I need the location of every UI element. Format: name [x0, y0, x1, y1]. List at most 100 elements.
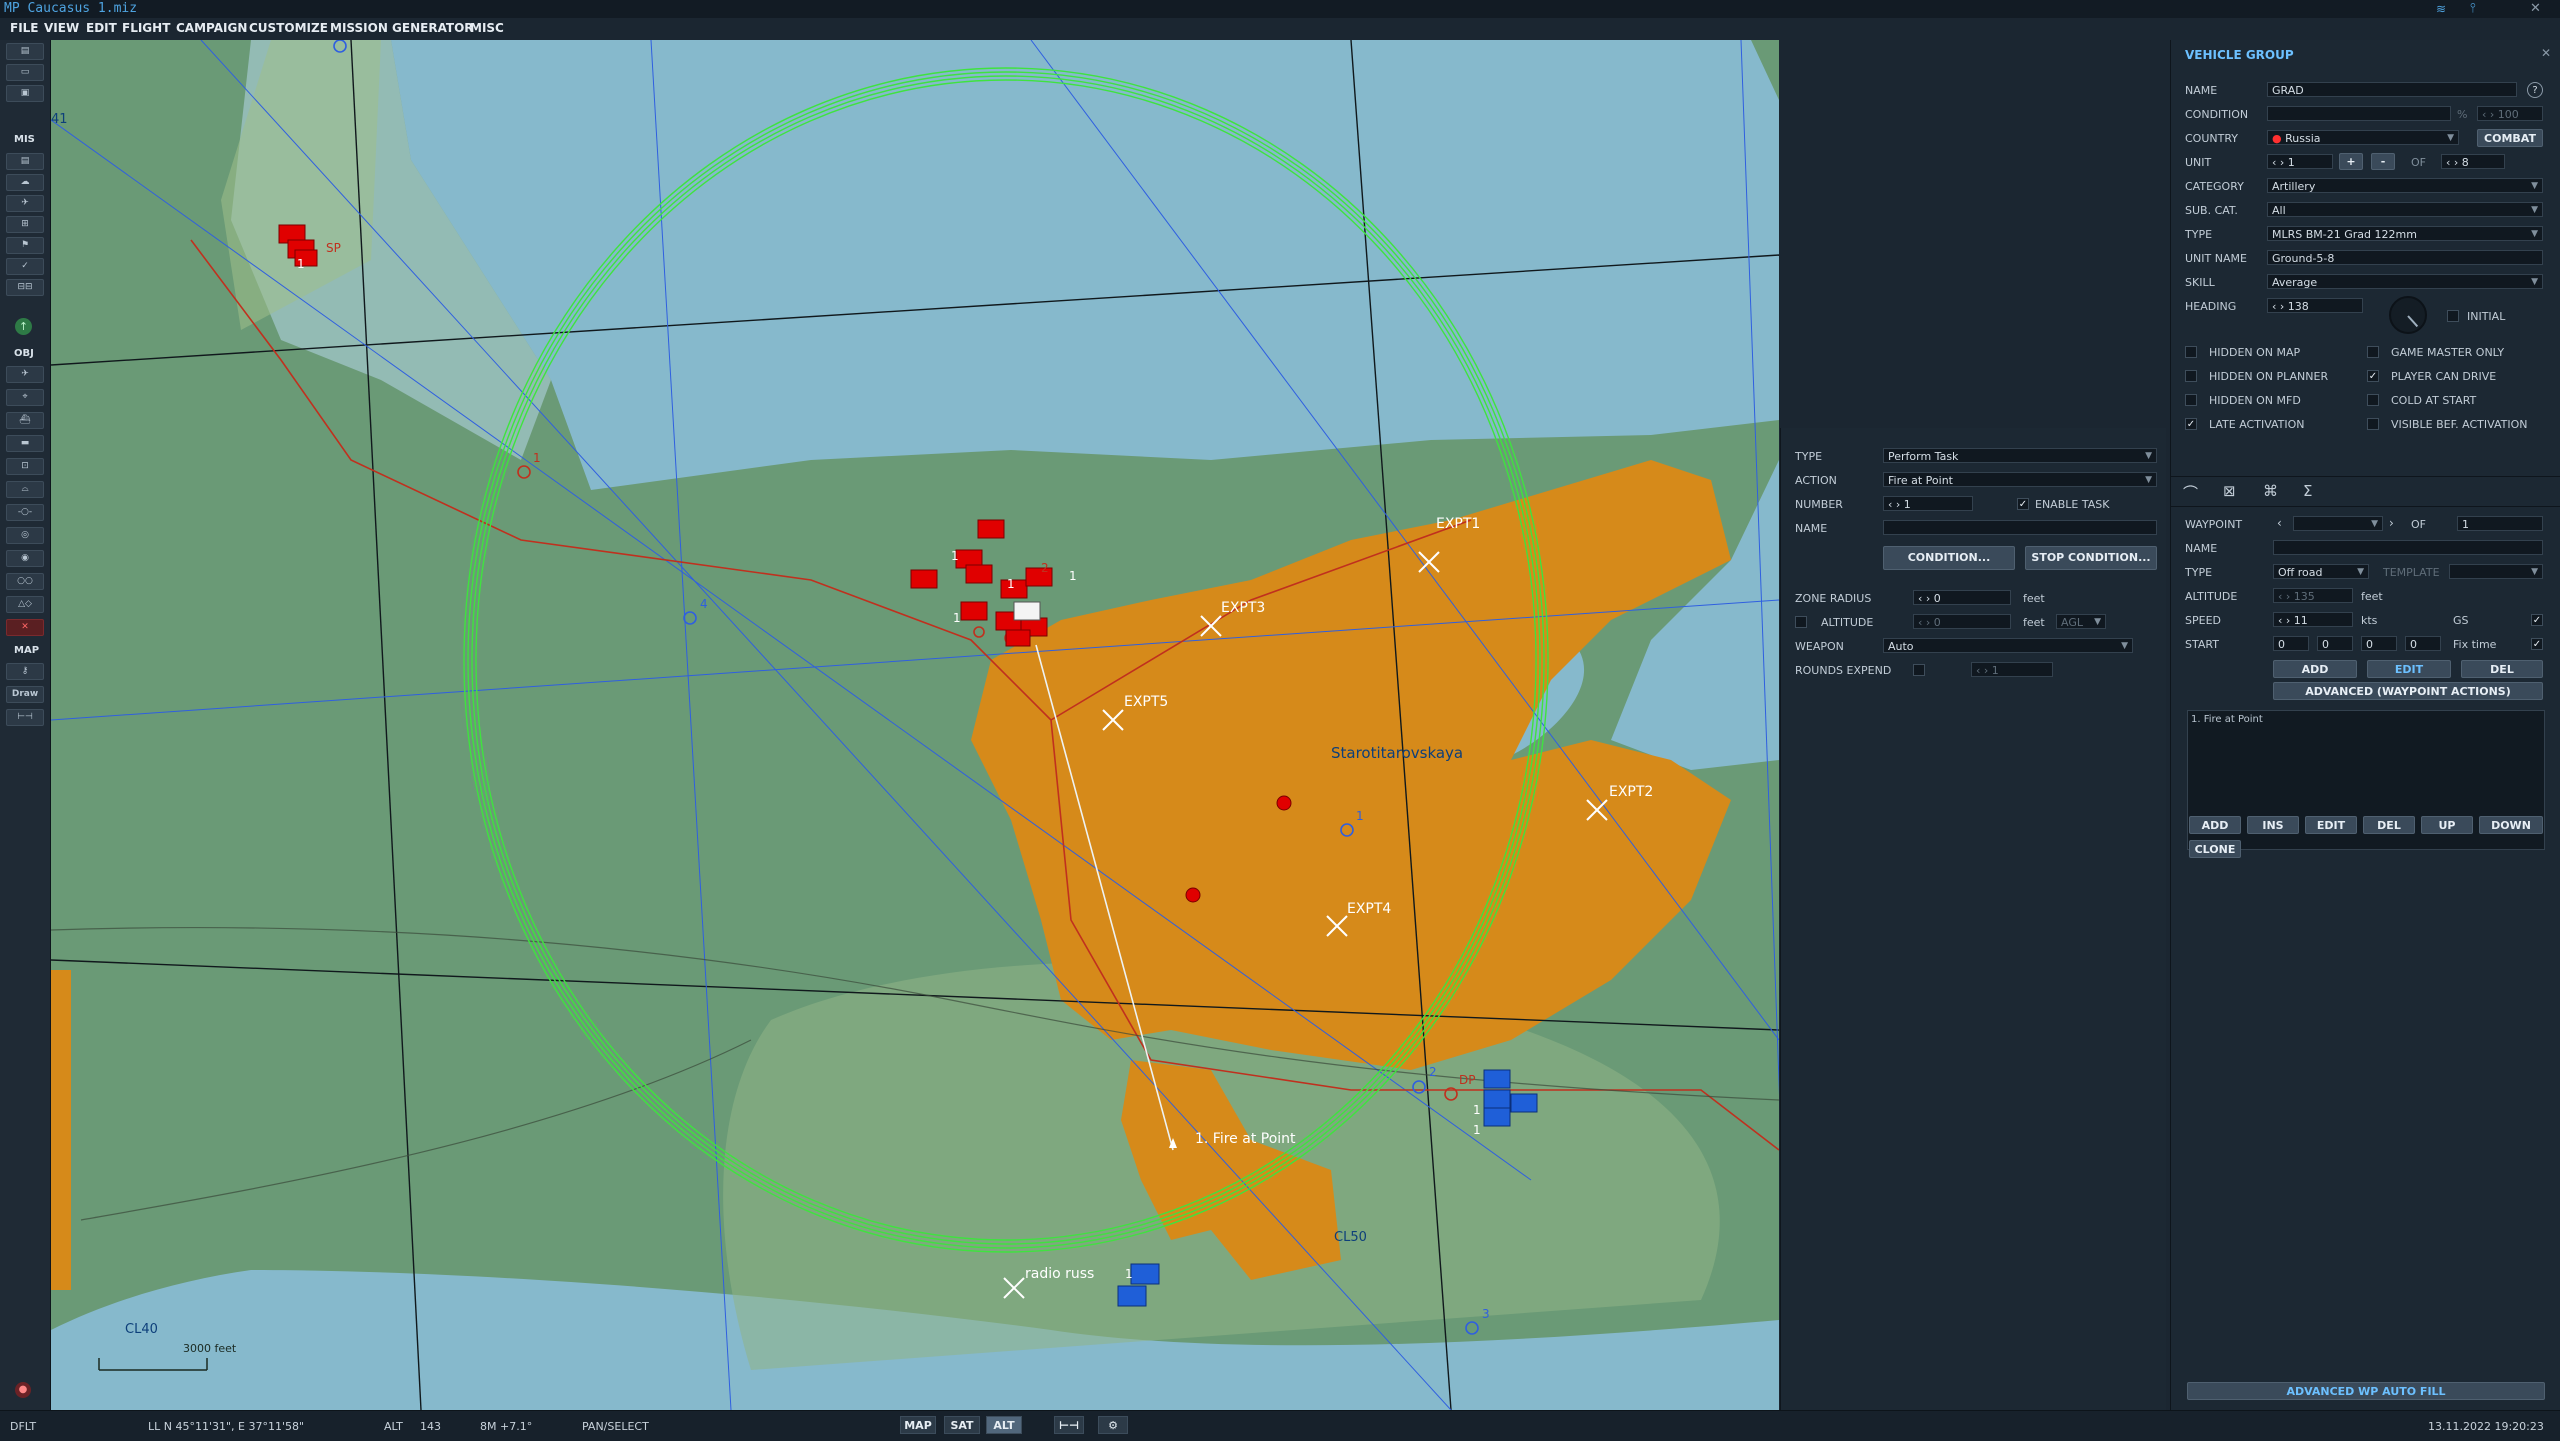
heading-dial-icon[interactable]	[2389, 296, 2427, 334]
enable-task-checkbox[interactable]: ✓	[2017, 498, 2029, 510]
prev-waypoint-icon[interactable]: ‹	[2277, 516, 2282, 530]
start-minutes[interactable]: 0	[2317, 636, 2353, 651]
action-up-button[interactable]: UP	[2421, 816, 2473, 834]
draw-button[interactable]: Draw	[6, 686, 44, 703]
action-edit-button[interactable]: EDIT	[2305, 816, 2357, 834]
wp-name-input[interactable]	[2273, 540, 2543, 555]
sat-mode-button[interactable]: SAT	[944, 1416, 980, 1434]
rounds-expend-checkbox[interactable]	[1913, 664, 1925, 676]
menu-view[interactable]: VIEW	[44, 21, 79, 35]
weather-icon[interactable]: ☁	[6, 174, 44, 191]
gs-checkbox[interactable]: ✓	[2531, 614, 2543, 626]
delete-icon[interactable]: ✕	[6, 619, 44, 636]
aircraft-icon[interactable]: ✈	[6, 195, 44, 212]
altitude-checkbox[interactable]	[1795, 616, 1807, 628]
advanced-waypoint-actions-button[interactable]: ADVANCED (WAYPOINT ACTIONS)	[2273, 682, 2543, 700]
close-window-icon[interactable]: ✕	[2530, 1, 2541, 16]
heading-spinner[interactable]: ‹ › 138	[2267, 298, 2363, 313]
action-delete-button[interactable]: DEL	[2363, 816, 2415, 834]
ruler-icon[interactable]: ⊢⊣	[6, 709, 44, 726]
task-name-input[interactable]	[1883, 520, 2157, 535]
type-select[interactable]: MLRS BM-21 Grad 122mm ▼	[2267, 226, 2543, 241]
key-icon[interactable]: ⚷	[6, 663, 44, 680]
task-number-spinner[interactable]: ‹ › 1	[1883, 496, 1973, 511]
menu-misc[interactable]: MISC	[470, 21, 504, 35]
task-type-select[interactable]: Perform Task ▼	[1883, 448, 2157, 463]
zone-tools-icon[interactable]: △◇	[6, 596, 44, 613]
wp-type-select[interactable]: Off road ▼	[2273, 564, 2369, 579]
hidden-on-planner-checkbox[interactable]	[2185, 370, 2197, 382]
unit-name-input[interactable]: Ground-5-8	[2267, 250, 2543, 265]
menu-edit[interactable]: EDIT	[86, 21, 117, 35]
menu-file[interactable]: FILE	[10, 21, 39, 35]
coalition-icon[interactable]: ⚑	[6, 237, 44, 254]
speed-spinner[interactable]: ‹ › 11	[2273, 612, 2353, 627]
wp-edit-button[interactable]: EDIT	[2367, 660, 2451, 678]
group-name-input[interactable]: GRAD	[2267, 82, 2517, 97]
close-panel-icon[interactable]: ✕	[2541, 46, 2551, 60]
map-view[interactable]: EXPT1 EXPT2 EXPT3 EXPT4 EXPT5 radio russ…	[51, 40, 1779, 1410]
vehicle-group-icon[interactable]: ▬	[6, 435, 44, 452]
start-days[interactable]: 0	[2405, 636, 2441, 651]
game-master-only-checkbox[interactable]	[2367, 346, 2379, 358]
advanced-wp-auto-fill-button[interactable]: ADVANCED WP AUTO FILL	[2187, 1382, 2545, 1400]
wp-altitude-spinner[interactable]: ‹ › 135	[2273, 588, 2353, 603]
alt-mode-button[interactable]: ALT	[986, 1416, 1022, 1434]
trigger-zone-icon[interactable]: ◎	[6, 527, 44, 544]
start-seconds[interactable]: 0	[2361, 636, 2397, 651]
category-select[interactable]: Artillery ▼	[2267, 178, 2543, 193]
open-mission-icon[interactable]: ▭	[6, 64, 44, 81]
menu-customize[interactable]: CUSTOMIZE	[249, 21, 328, 35]
weapon-select[interactable]: Auto ▼	[1883, 638, 2133, 653]
menu-flight[interactable]: FLIGHT	[122, 21, 170, 35]
start-hours[interactable]: 0	[2273, 636, 2309, 651]
initial-checkbox[interactable]	[2447, 310, 2459, 322]
country-select[interactable]: ● Russia ▼	[2267, 130, 2459, 145]
task-altitude-spinner[interactable]: ‹ › 0	[1913, 614, 2011, 629]
wp-add-button[interactable]: ADD	[2273, 660, 2357, 678]
skill-select[interactable]: Average ▼	[2267, 274, 2543, 289]
zone-radius-spinner[interactable]: ‹ › 0	[1913, 590, 2011, 605]
stop-condition-button[interactable]: STOP CONDITION...	[2025, 546, 2157, 570]
late-activation-checkbox[interactable]: ✓	[2185, 418, 2197, 430]
resources-icon[interactable]: ⊟⊟	[6, 279, 44, 296]
mode-select[interactable]: DFLT	[10, 1420, 36, 1433]
action-item[interactable]: 1. Fire at Point	[2191, 714, 2541, 725]
hidden-on-map-checkbox[interactable]	[2185, 346, 2197, 358]
remove-unit-button[interactable]: -	[2371, 153, 2395, 170]
condition-input[interactable]	[2267, 106, 2451, 121]
task-action-select[interactable]: Fire at Point ▼	[1883, 472, 2157, 487]
payload-tab-icon[interactable]: ⌘	[2263, 482, 2278, 500]
unit-spinner[interactable]: ‹ › 1	[2267, 154, 2333, 169]
waypoint-select[interactable]: ▼	[2293, 516, 2383, 531]
next-waypoint-icon[interactable]: ›	[2389, 516, 2394, 530]
action-insert-button[interactable]: INS	[2247, 816, 2299, 834]
add-unit-button[interactable]: +	[2339, 153, 2363, 170]
combat-button[interactable]: COMBAT	[2477, 129, 2543, 147]
unit-of-spinner[interactable]: ‹ › 8	[2441, 154, 2505, 169]
action-clone-button[interactable]: CLONE	[2189, 840, 2241, 858]
template-icon[interactable]: ⌓	[6, 481, 44, 498]
save-mission-icon[interactable]: ▣	[6, 85, 44, 102]
summary-tab-icon[interactable]: Σ	[2303, 482, 2312, 500]
bullseye-icon[interactable]: ◉	[6, 550, 44, 567]
ship-group-icon[interactable]: ⛴	[6, 412, 44, 429]
visible-before-activation-checkbox[interactable]	[2367, 418, 2379, 430]
navpoint-icon[interactable]: -○-	[6, 504, 44, 521]
cold-at-start-checkbox[interactable]	[2367, 394, 2379, 406]
helicopter-group-icon[interactable]: ⌖	[6, 389, 44, 406]
map-canvas[interactable]: EXPT1 EXPT2 EXPT3 EXPT4 EXPT5 radio russ…	[51, 40, 1779, 1410]
condition-spinner[interactable]: ‹ › 100	[2477, 106, 2543, 121]
briefing-icon[interactable]: ▤	[6, 153, 44, 170]
wp-del-button[interactable]: DEL	[2461, 660, 2543, 678]
subcat-select[interactable]: All ▼	[2267, 202, 2543, 217]
arrow-up-icon[interactable]: ↑	[15, 318, 32, 335]
record-icon[interactable]: ●	[15, 1382, 31, 1398]
rounds-expend-spinner[interactable]: ‹ › 1	[1971, 662, 2053, 677]
new-mission-icon[interactable]: ▤	[6, 43, 44, 60]
plane-group-icon[interactable]: ✈	[6, 366, 44, 383]
initial-point-icon[interactable]: ○○	[6, 573, 44, 590]
action-add-button[interactable]: ADD	[2189, 816, 2241, 834]
ruler-mode-icon[interactable]: ⊢⊣	[1054, 1416, 1084, 1434]
menu-mission-generator[interactable]: MISSION GENERATOR	[330, 21, 474, 35]
